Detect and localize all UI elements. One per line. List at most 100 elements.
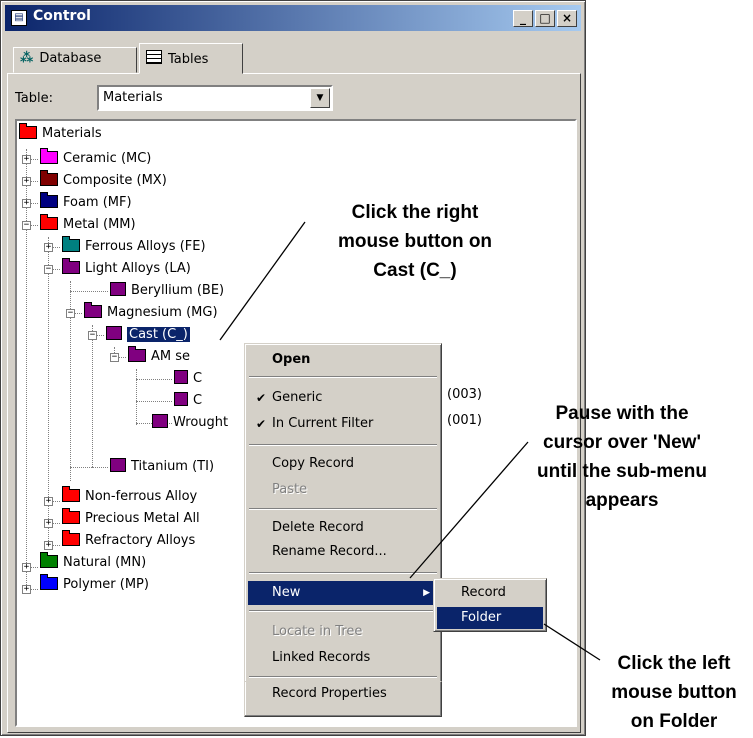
menu-item-rename-record[interactable]: Rename Record... <box>248 540 438 564</box>
expand-toggle[interactable]: + <box>22 177 31 186</box>
menu-item-locate-in-tree: Locate in Tree <box>272 624 363 639</box>
record-icon <box>174 370 188 384</box>
expand-toggle[interactable]: + <box>44 243 53 252</box>
tree-node-label: C <box>193 393 203 408</box>
tree-node-natural[interactable]: Natural (MN) <box>40 552 146 574</box>
context-menu: Open ✔ Generic ✔ In Current Filter Copy Re… <box>244 343 442 689</box>
folder-icon <box>62 508 80 524</box>
tree-node-light-alloys[interactable]: Light Alloys (LA) <box>62 258 191 280</box>
tree-node-ferrous[interactable]: Ferrous Alloys (FE) <box>62 236 206 258</box>
record-icon <box>110 458 126 472</box>
folder-icon <box>40 148 58 164</box>
callout-line: mouse button <box>611 682 737 703</box>
record-icon <box>174 392 188 406</box>
menu-item-copy-record[interactable]: Copy Record <box>248 452 438 476</box>
menu-item-label: New <box>272 585 301 600</box>
menu-item-paste: Paste <box>272 482 308 497</box>
callout-line: Cast (C_) <box>373 260 457 281</box>
submenu-item-record[interactable]: Record <box>437 582 543 604</box>
collapse-toggle[interactable]: − <box>44 265 53 274</box>
record-icon <box>106 326 122 340</box>
menu-item-open[interactable]: Open <box>248 348 438 372</box>
tree-node-cast[interactable]: Cast (C_) <box>106 324 190 346</box>
collapse-toggle[interactable]: − <box>88 331 97 340</box>
menu-item-label: In Current Filter <box>272 416 374 431</box>
expand-toggle[interactable]: + <box>44 497 53 506</box>
collapse-toggle[interactable]: − <box>22 221 31 230</box>
tree-node-am-series[interactable]: AM se <box>128 346 190 368</box>
expand-toggle[interactable]: + <box>22 585 31 594</box>
callout-right-click: Click the right mouse button on Cast (C_… <box>310 198 520 285</box>
folder-icon <box>40 574 58 590</box>
expand-toggle[interactable]: + <box>22 563 31 572</box>
tab-database[interactable]: ⁂ Database <box>13 47 137 73</box>
callout-line: mouse button on <box>337 231 493 252</box>
expand-toggle[interactable]: + <box>22 199 31 208</box>
record-icon <box>152 414 168 428</box>
close-button[interactable]: × <box>557 10 577 27</box>
tree-node-polymer[interactable]: Polymer (MP) <box>40 574 149 596</box>
callout-line: cursor over 'New' <box>543 432 701 453</box>
tree-node-label: Ceramic (MC) <box>63 151 152 166</box>
collapse-toggle[interactable]: − <box>66 309 75 318</box>
callout-line: until the sub-menu <box>537 461 707 482</box>
tree-node-label: Materials <box>42 126 102 141</box>
tree-node-record[interactable]: C <box>174 368 202 390</box>
tree-node-refractory[interactable]: Refractory Alloys <box>62 530 195 552</box>
tree-node-metal[interactable]: Metal (MM) <box>40 214 136 236</box>
menu-item-delete-record[interactable]: Delete Record <box>248 516 438 540</box>
folder-icon <box>40 552 58 568</box>
expand-toggle[interactable]: + <box>22 155 31 164</box>
callout-left-click: Click the left mouse button on Folder <box>596 649 752 736</box>
folder-icon <box>40 192 58 208</box>
maximize-button[interactable]: □ <box>535 10 555 27</box>
menu-item-in-current-filter[interactable]: ✔ In Current Filter <box>248 412 438 436</box>
menu-item-record-properties[interactable]: Record Properties <box>248 682 438 706</box>
tree-node-label: Magnesium (MG) <box>107 305 218 320</box>
callout-line: Click the left <box>617 653 731 674</box>
callout-line: appears <box>585 490 659 511</box>
minimize-button[interactable]: _ <box>513 10 533 27</box>
callout-line: on Folder <box>630 711 718 732</box>
menu-item-linked-records[interactable]: Linked Records <box>248 646 438 670</box>
table-select[interactable]: Materials ▼ <box>97 85 333 111</box>
tree-node-composite[interactable]: Composite (MX) <box>40 170 167 192</box>
tree-node-label: Light Alloys (LA) <box>85 261 191 276</box>
checkmark-icon: ✔ <box>256 391 267 405</box>
tree-node-nonferrous[interactable]: Non-ferrous Alloy <box>62 486 197 508</box>
tree-node-label: C <box>193 371 203 386</box>
tree-node-record[interactable]: C <box>174 390 202 412</box>
folder-icon <box>62 258 80 274</box>
tree-node-materials[interactable]: Materials <box>19 123 102 145</box>
expand-toggle[interactable]: + <box>44 519 53 528</box>
callout-line: Click the right <box>351 202 479 223</box>
collapse-toggle[interactable]: − <box>110 353 119 362</box>
record-count: (003) <box>447 387 482 402</box>
record-count: (001) <box>447 413 482 428</box>
folder-icon <box>62 236 80 252</box>
callout-line: Pause with the <box>555 403 689 424</box>
tree-node-foam[interactable]: Foam (MF) <box>40 192 132 214</box>
menu-item-label: Generic <box>272 390 323 405</box>
menu-item-generic[interactable]: ✔ Generic <box>248 386 438 410</box>
tree-node-beryllium[interactable]: Beryllium (BE) <box>110 280 224 302</box>
tree-node-label: Composite (MX) <box>63 173 167 188</box>
tree-node-magnesium[interactable]: Magnesium (MG) <box>84 302 218 324</box>
tab-tables[interactable]: Tables <box>139 43 243 74</box>
chevron-down-icon[interactable]: ▼ <box>310 88 330 108</box>
tree-node-titanium[interactable]: Titanium (TI) <box>110 456 214 478</box>
tree-node-label: Natural (MN) <box>63 555 147 570</box>
menu-item-new[interactable]: New ▶ <box>248 581 438 605</box>
tree-node-label: Refractory Alloys <box>85 533 196 548</box>
tree-node-wrought[interactable]: Wrought <box>152 412 228 434</box>
tab-tables-label: Tables <box>168 52 209 67</box>
expand-toggle[interactable]: + <box>44 541 53 550</box>
tree-node-precious[interactable]: Precious Metal All <box>62 508 200 530</box>
tree-node-label: AM se <box>151 349 191 364</box>
submenu-item-folder[interactable]: Folder <box>437 607 543 629</box>
title-bar[interactable]: ▤ Control _ □ × <box>5 5 581 31</box>
database-icon: ⁂ <box>20 51 34 66</box>
tree-node-ceramic[interactable]: Ceramic (MC) <box>40 148 151 170</box>
tree-node-label: Non-ferrous Alloy <box>85 489 198 504</box>
folder-icon <box>62 486 80 502</box>
